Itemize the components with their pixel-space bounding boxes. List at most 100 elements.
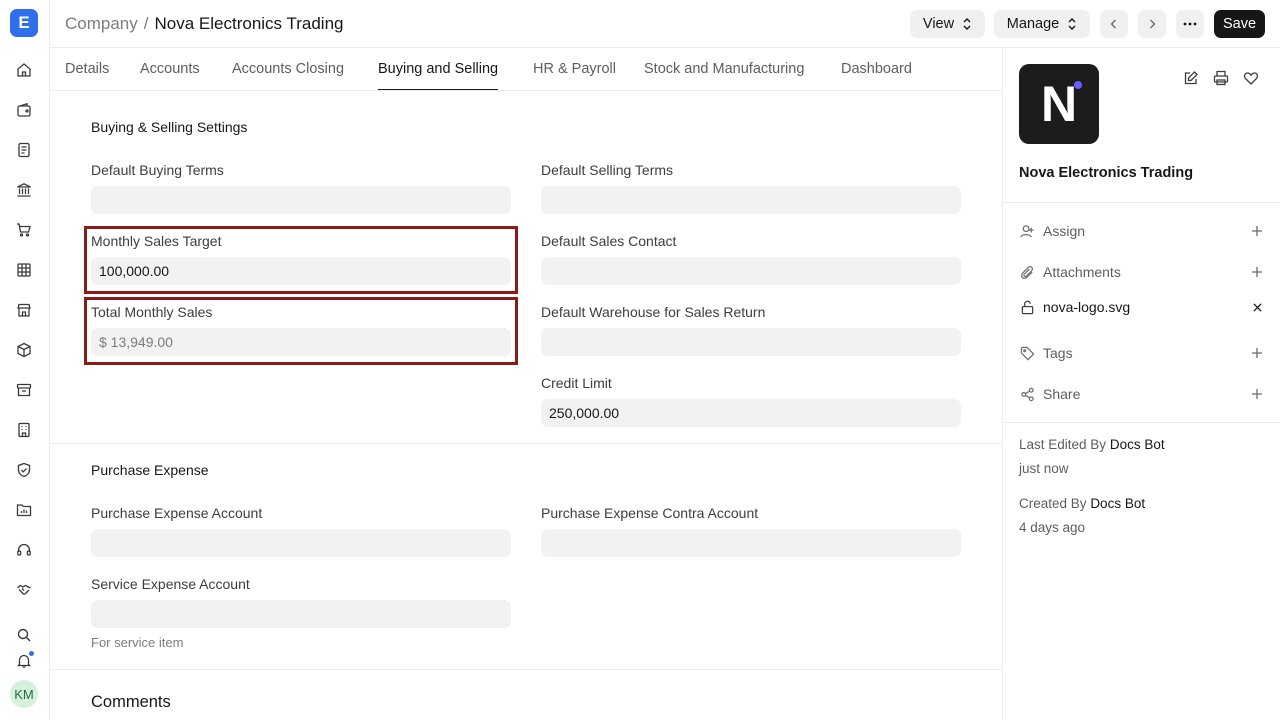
app-logo-letter: E: [18, 13, 30, 32]
org-logo-letter: N: [1040, 76, 1078, 132]
edit-icon[interactable]: [1181, 68, 1201, 88]
paperclip-icon: [1019, 264, 1035, 280]
plus-icon[interactable]: [1249, 223, 1265, 239]
manage-button[interactable]: Manage: [994, 10, 1090, 38]
save-button-label: Save: [1222, 16, 1257, 32]
attachments-label: Attachments: [1043, 264, 1121, 280]
bell-icon[interactable]: [13, 650, 35, 672]
service-expense-account-field[interactable]: [91, 600, 511, 628]
section-title-purchase-expense: Purchase Expense: [91, 462, 209, 478]
chevron-up-down-icon: [963, 18, 971, 30]
chevron-left-icon: [1110, 19, 1116, 29]
unlock-icon: [1019, 299, 1035, 315]
credit-limit-label: Credit Limit: [541, 375, 612, 391]
package-icon[interactable]: [13, 339, 35, 361]
attachments-row[interactable]: Attachments: [1019, 260, 1265, 284]
created-time: 4 days ago: [1019, 520, 1086, 535]
total-monthly-sales-label: Total Monthly Sales: [91, 304, 213, 320]
notification-dot: [28, 650, 35, 657]
last-edited-by[interactable]: Docs Bot: [1110, 437, 1165, 452]
attachment-file-name[interactable]: nova-logo.svg: [1043, 299, 1249, 315]
total-monthly-sales-field: $ 13,949.00: [91, 328, 511, 356]
sidebar-divider: [1003, 202, 1280, 203]
view-button[interactable]: View: [910, 10, 985, 38]
default-buying-terms-label: Default Buying Terms: [91, 162, 224, 178]
monthly-sales-target-label: Monthly Sales Target: [91, 233, 222, 249]
more-horizontal-icon: [1183, 22, 1197, 26]
handshake-icon[interactable]: [13, 579, 35, 601]
bank-icon[interactable]: [13, 179, 35, 201]
attachment-file-row[interactable]: nova-logo.svg: [1019, 295, 1265, 319]
org-logo[interactable]: N: [1019, 64, 1099, 144]
share-label: Share: [1043, 386, 1081, 402]
tag-icon: [1019, 345, 1035, 361]
tab-accounts[interactable]: Accounts: [140, 61, 200, 77]
tab-dashboard[interactable]: Dashboard: [841, 61, 912, 77]
purchase-expense-account-field[interactable]: [91, 529, 511, 557]
building-icon[interactable]: [13, 419, 35, 441]
archive-icon[interactable]: [13, 379, 35, 401]
service-expense-account-label: Service Expense Account: [91, 576, 250, 592]
tab-bar: Details Accounts Accounts Closing Buying…: [50, 48, 1002, 91]
table-icon[interactable]: [13, 259, 35, 281]
tags-row[interactable]: Tags: [1019, 341, 1265, 365]
section-divider: [50, 669, 1002, 670]
assign-row[interactable]: Assign: [1019, 219, 1265, 243]
heart-icon[interactable]: [1241, 68, 1261, 88]
default-buying-terms-field[interactable]: [91, 186, 511, 214]
section-title-buying-selling: Buying & Selling Settings: [91, 119, 248, 135]
credit-limit-field[interactable]: 250,000.00: [541, 399, 961, 427]
previous-button[interactable]: [1100, 10, 1128, 38]
default-sales-contact-field[interactable]: [541, 257, 961, 285]
app-logo[interactable]: E: [10, 9, 38, 37]
purchase-expense-contra-account-label: Purchase Expense Contra Account: [541, 505, 759, 521]
tab-buying-and-selling[interactable]: Buying and Selling: [378, 61, 499, 90]
close-icon[interactable]: [1249, 299, 1265, 315]
created-info: Created By Docs Bot: [1019, 496, 1145, 511]
breadcrumb-parent[interactable]: Company: [65, 14, 138, 34]
plus-icon[interactable]: [1249, 345, 1265, 361]
cart-icon[interactable]: [13, 219, 35, 241]
monthly-sales-target-field[interactable]: 100,000.00: [91, 257, 511, 285]
wallet-icon[interactable]: [13, 99, 35, 121]
breadcrumb-separator: /: [143, 14, 149, 33]
purchase-expense-contra-account-field[interactable]: [541, 529, 961, 557]
avatar[interactable]: KM: [10, 680, 38, 708]
print-icon[interactable]: [1211, 68, 1231, 88]
search-icon[interactable]: [13, 624, 35, 646]
avatar-initials: KM: [14, 686, 34, 702]
plus-icon[interactable]: [1249, 386, 1265, 402]
assign-label: Assign: [1043, 223, 1086, 239]
store-icon[interactable]: [13, 299, 35, 321]
comments-title: Comments: [91, 693, 171, 711]
chevron-up-down-icon: [1068, 18, 1076, 30]
plus-icon[interactable]: [1249, 264, 1265, 280]
right-sidebar: N Nova Electronics Trading Assign Attach…: [1002, 48, 1280, 720]
folder-chart-icon[interactable]: [13, 499, 35, 521]
tab-accounts-closing[interactable]: Accounts Closing: [232, 61, 344, 77]
headset-icon[interactable]: [13, 539, 35, 561]
org-logo-dot: [1074, 81, 1082, 89]
page-title: Nova Electronics Trading: [154, 14, 344, 33]
section-divider: [50, 443, 1002, 444]
default-warehouse-return-field[interactable]: [541, 328, 961, 356]
default-selling-terms-field[interactable]: [541, 186, 961, 214]
tab-details[interactable]: Details: [65, 61, 109, 77]
next-button[interactable]: [1138, 10, 1166, 38]
save-button[interactable]: Save: [1214, 10, 1265, 38]
home-icon[interactable]: [13, 59, 35, 81]
shield-icon[interactable]: [13, 459, 35, 481]
share-row[interactable]: Share: [1019, 382, 1265, 406]
created-by[interactable]: Docs Bot: [1090, 496, 1145, 511]
left-rail: E KM: [0, 0, 50, 720]
more-button[interactable]: [1176, 10, 1204, 38]
tab-hr-payroll[interactable]: HR & Payroll: [533, 61, 616, 77]
default-selling-terms-label: Default Selling Terms: [541, 162, 674, 178]
default-sales-contact-label: Default Sales Contact: [541, 233, 677, 249]
tab-stock-and-manufacturing[interactable]: Stock and Manufacturing: [644, 61, 804, 77]
document-icon[interactable]: [13, 139, 35, 161]
last-edited-info: Last Edited By Docs Bot: [1019, 437, 1165, 452]
created-prefix: Created By: [1019, 496, 1087, 511]
service-expense-account-hint: For service item: [91, 635, 184, 650]
default-warehouse-return-label: Default Warehouse for Sales Return: [541, 304, 766, 320]
